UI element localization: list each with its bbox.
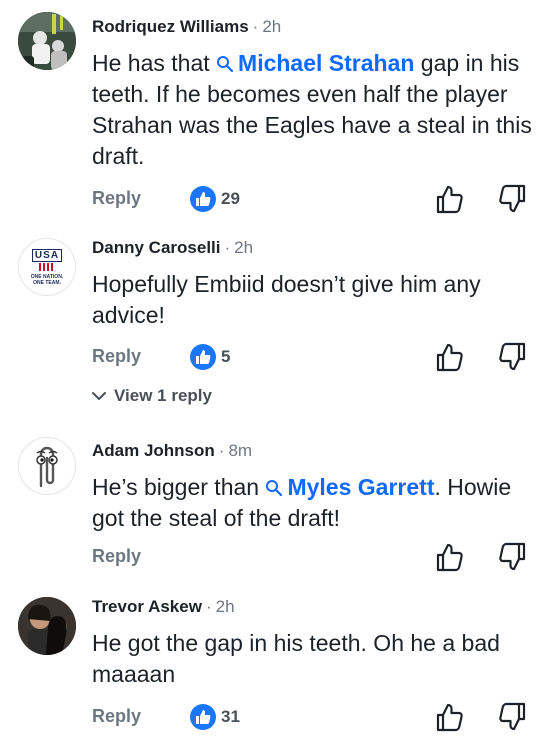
thumbs-up-button[interactable] — [436, 342, 464, 377]
separator-dot: · — [218, 441, 225, 460]
avatar[interactable] — [18, 437, 76, 495]
comment-text: Hopefully Embiid doesn’t give him any ad… — [92, 271, 481, 328]
comment-text-part: He’s bigger than — [92, 474, 266, 500]
timestamp: 2h — [262, 17, 282, 36]
timestamp: 8m — [228, 441, 253, 460]
thumbs-up-button[interactable] — [436, 702, 464, 737]
logo-tagline: ONE TEAM. — [33, 279, 61, 286]
reply-button[interactable]: Reply — [92, 706, 141, 727]
thumbs-up-icon — [436, 185, 463, 214]
author-name[interactable]: Trevor Askew — [92, 597, 202, 616]
timestamp: 2h — [215, 597, 235, 616]
comment-actions: Reply 5 — [92, 342, 532, 372]
like-count-badge: 31 — [190, 704, 240, 730]
thumbs-up-button[interactable] — [436, 184, 464, 219]
view-replies-label: View 1 reply — [114, 386, 212, 405]
author-name[interactable]: Rodriquez Williams — [92, 17, 249, 36]
thumbs-down-button[interactable] — [498, 702, 526, 737]
reply-button[interactable]: Reply — [92, 546, 141, 567]
thumbs-up-filled-icon — [190, 704, 216, 730]
comment-text: He has that Michael Strahan gap in his t… — [92, 48, 532, 172]
usa-logo-icon: USA ONE NATION. ONE TEAM. — [31, 248, 63, 286]
separator-dot: · — [205, 597, 212, 616]
mention-label: Myles Garrett — [287, 474, 435, 500]
comment-actions: Reply 29 — [92, 184, 532, 214]
author-line: Rodriquez Williams · 2h — [92, 17, 281, 37]
author-line: Danny Caroselli · 2h — [92, 238, 253, 258]
search-mention-icon — [217, 56, 234, 73]
thumbs-up-filled-icon — [190, 344, 216, 370]
timestamp: 2h — [234, 238, 254, 257]
author-line: Adam Johnson · 8m — [92, 441, 252, 461]
search-mention-icon — [266, 480, 283, 497]
thumbs-up-button[interactable] — [436, 542, 464, 577]
avatar[interactable]: USA ONE NATION. ONE TEAM. — [18, 238, 76, 296]
chevron-down-icon — [92, 392, 106, 400]
thumbs-down-button[interactable] — [498, 184, 526, 219]
thumbs-down-button[interactable] — [498, 542, 526, 577]
comment-text-part: He has that — [92, 50, 217, 76]
thumbs-down-icon — [499, 702, 526, 731]
thumbs-up-filled-icon — [190, 186, 216, 212]
view-replies-button[interactable]: View 1 reply — [92, 386, 212, 406]
thumbs-down-button[interactable] — [498, 342, 526, 377]
thumbs-up-icon — [436, 703, 463, 732]
thumbs-up-icon — [436, 543, 463, 572]
thumbs-down-icon — [499, 542, 526, 571]
thumbs-down-icon — [499, 184, 526, 213]
football-photo-icon — [18, 12, 76, 70]
logo-stripes — [38, 262, 55, 271]
comment-text: He got the gap in his teeth. Oh he a bad… — [92, 630, 500, 687]
separator-dot: · — [252, 17, 259, 36]
reply-button[interactable]: Reply — [92, 346, 141, 367]
paperclip-avatar-icon — [36, 446, 58, 488]
author-name[interactable]: Danny Caroselli — [92, 238, 221, 257]
logo-letters: USA — [31, 248, 63, 262]
mention-link[interactable]: Michael Strahan — [216, 50, 414, 76]
reply-button[interactable]: Reply — [92, 188, 141, 209]
author-name[interactable]: Adam Johnson — [92, 441, 215, 460]
like-count-badge: 5 — [190, 344, 230, 370]
like-count: 29 — [221, 189, 240, 208]
like-count: 5 — [221, 347, 231, 366]
thumbs-down-icon — [499, 342, 526, 371]
comment-actions: Reply — [92, 542, 532, 572]
person-photo-icon — [18, 597, 76, 655]
avatar[interactable] — [18, 12, 76, 70]
mention-link[interactable]: Myles Garrett — [265, 474, 434, 500]
thumbs-up-icon — [436, 343, 463, 372]
author-line: Trevor Askew · 2h — [92, 597, 235, 617]
comment-text: He’s bigger than Myles Garrett. Howie go… — [92, 472, 532, 534]
mention-label: Michael Strahan — [238, 50, 415, 76]
like-count: 31 — [221, 707, 240, 726]
comment-actions: Reply 31 — [92, 702, 532, 732]
separator-dot: · — [224, 238, 231, 257]
like-count-badge: 29 — [190, 186, 240, 212]
avatar[interactable] — [18, 597, 76, 655]
